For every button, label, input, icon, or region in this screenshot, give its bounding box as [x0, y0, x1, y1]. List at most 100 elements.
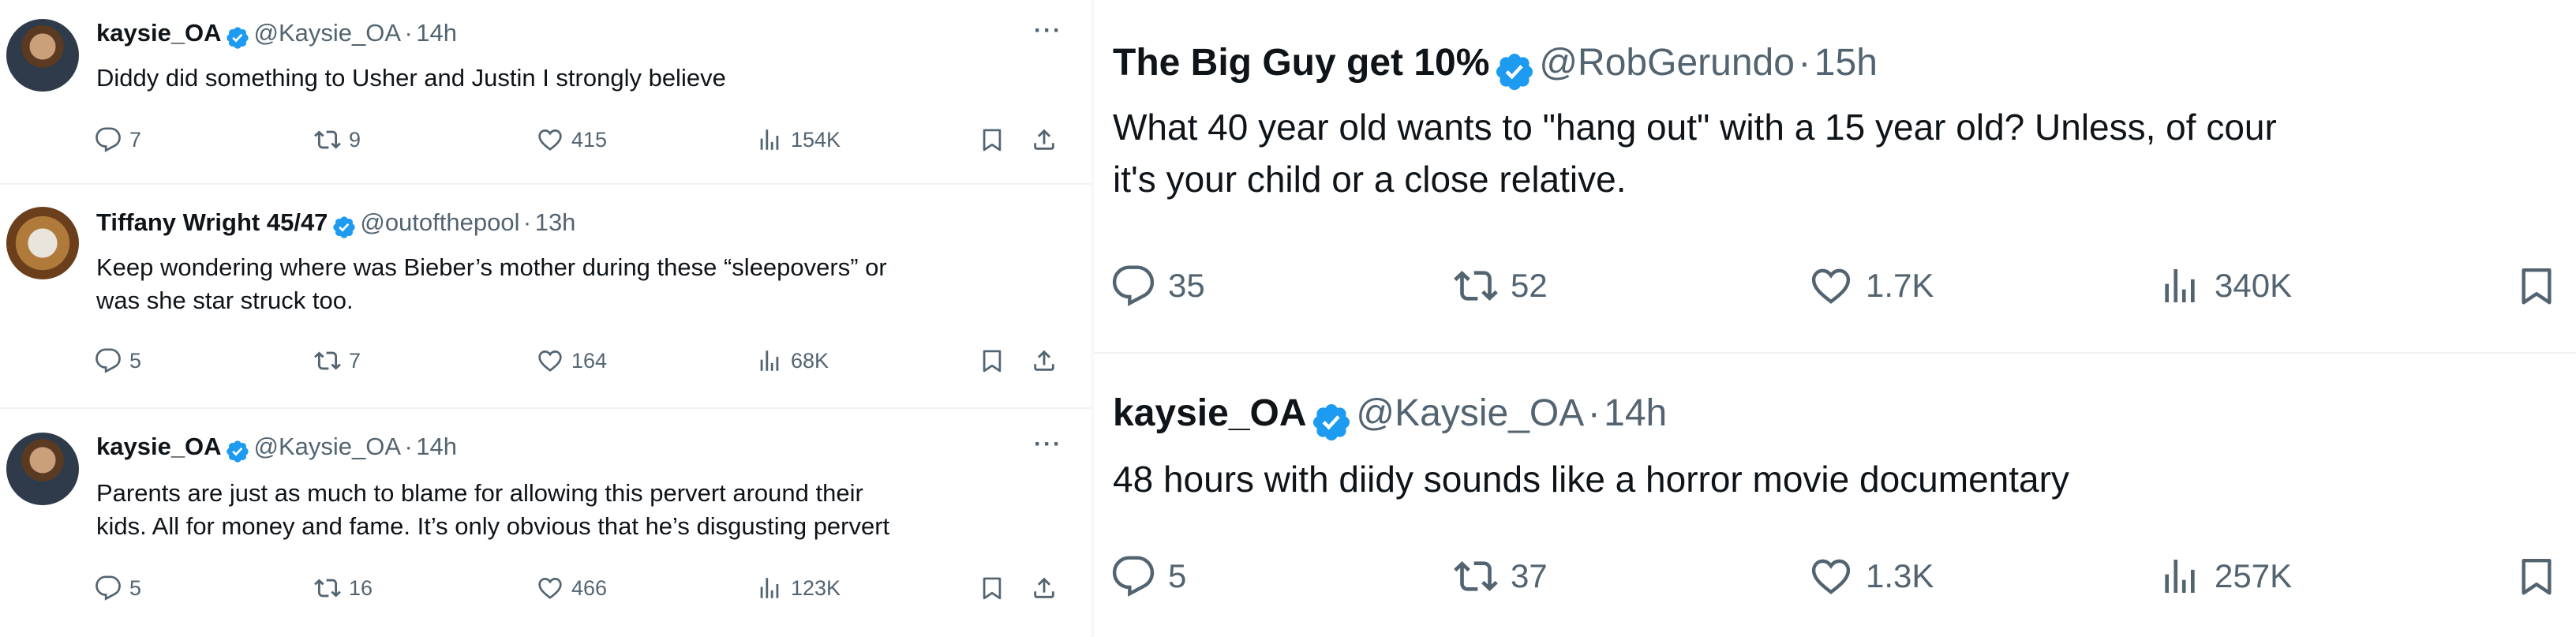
views-count: 340K [2215, 267, 2293, 304]
repost-button[interactable]: 9 [314, 126, 361, 153]
like-count: 1.7K [1866, 267, 1934, 304]
tweet-header: kaysie_OA @Kaysie_OA · 14h [1113, 392, 1667, 444]
views-button[interactable]: 257K [2158, 554, 2292, 598]
tweet-header: kaysie_OA @Kaysie_OA · 14h [96, 19, 457, 51]
views-icon [2158, 554, 2202, 598]
reply-button[interactable]: 5 [95, 575, 141, 601]
bookmark-button[interactable] [2514, 264, 2559, 308]
bookmark-icon [2514, 264, 2559, 308]
like-button[interactable]: 466 [537, 575, 607, 601]
reply-icon [95, 126, 122, 153]
more-options-icon[interactable]: ··· [1034, 431, 1062, 458]
tweet-time[interactable]: 15h [1814, 42, 1878, 84]
repost-count: 52 [1511, 267, 1548, 304]
reply-button[interactable]: 35 [1111, 264, 1205, 308]
views-icon [756, 575, 783, 601]
author-handle[interactable]: @Kaysie_OA [253, 433, 401, 460]
tweet-card[interactable]: kaysie_OA @Kaysie_OA · 14h ··· Parents a… [0, 409, 1091, 634]
tweet-text: What 40 year old wants to "hang out" wit… [1113, 101, 2549, 205]
author-name[interactable]: kaysie_OA [96, 19, 222, 47]
views-button[interactable]: 123K [756, 575, 841, 601]
like-count: 415 [571, 127, 608, 152]
views-icon [756, 347, 783, 374]
reply-count: 7 [129, 127, 142, 152]
meta-dot: · [404, 433, 413, 460]
verified-badge-icon [225, 439, 250, 464]
tweet-text-line: What 40 year old wants to "hang out" wit… [1113, 107, 2277, 148]
bookmark-button[interactable] [979, 347, 1005, 374]
share-button[interactable] [1031, 575, 1058, 601]
tweet-text-line: kids. All for money and fame. It’s only … [96, 512, 890, 540]
reply-icon [1111, 264, 1155, 308]
right-timeline-panel: The Big Guy get 10% @RobGerundo · 15h Wh… [1094, 0, 2576, 637]
repost-icon [1454, 554, 1498, 598]
tweet-time[interactable]: 14h [1604, 392, 1667, 434]
tweet-header: kaysie_OA @Kaysie_OA · 14h [96, 433, 457, 464]
share-button[interactable] [1031, 126, 1058, 153]
author-name[interactable]: Tiffany Wright 45/47 [96, 208, 328, 236]
bookmark-button[interactable] [979, 575, 1005, 601]
like-button[interactable]: 164 [537, 347, 607, 374]
tweet-text: Parents are just as much to blame for al… [96, 477, 1091, 543]
verified-badge-icon [331, 215, 357, 240]
like-button[interactable]: 1.7K [1809, 264, 1934, 308]
tweet-text-line: Parents are just as much to blame for al… [96, 479, 863, 507]
repost-button[interactable]: 37 [1454, 554, 1548, 598]
views-button[interactable]: 68K [756, 347, 829, 374]
avatar[interactable] [6, 19, 79, 92]
tweet-text: 48 hours with diidy sounds like a horror… [1113, 459, 2069, 500]
repost-icon [314, 347, 341, 374]
meta-dot: · [1587, 392, 1601, 434]
views-button[interactable]: 154K [756, 126, 841, 153]
author-handle[interactable]: @Kaysie_OA [253, 19, 401, 47]
author-name[interactable]: The Big Guy get 10% [1113, 42, 1489, 84]
verified-badge-icon [1310, 401, 1353, 444]
more-options-icon[interactable]: ··· [1034, 17, 1062, 44]
avatar[interactable] [6, 207, 79, 279]
like-icon [537, 347, 564, 374]
bookmark-button[interactable] [2514, 554, 2559, 598]
repost-button[interactable]: 52 [1454, 264, 1548, 308]
tweet-card[interactable]: Tiffany Wright 45/47 @outofthepool · 13h… [0, 185, 1091, 406]
reply-button[interactable]: 5 [1111, 554, 1186, 598]
share-icon [1031, 575, 1058, 601]
reply-button[interactable]: 5 [95, 347, 141, 374]
left-timeline-panel: kaysie_OA @Kaysie_OA · 14h ··· Diddy did… [0, 0, 1091, 637]
author-handle[interactable]: @outofthepool [360, 208, 519, 236]
meta-dot: · [1798, 42, 1811, 84]
share-icon [1031, 347, 1058, 374]
tweet-time[interactable]: 14h [416, 19, 457, 47]
bookmark-button[interactable] [979, 126, 1005, 153]
like-icon [1809, 264, 1853, 308]
tweet-time[interactable]: 13h [535, 208, 576, 236]
tweet-card[interactable]: kaysie_OA @Kaysie_OA · 14h ··· Diddy did… [0, 0, 1091, 180]
views-button[interactable]: 340K [2158, 264, 2292, 308]
repost-count: 37 [1511, 557, 1548, 594]
share-button[interactable] [1031, 347, 1058, 374]
tweet-card[interactable]: kaysie_OA @Kaysie_OA · 14h 48 hours with… [1094, 354, 2576, 637]
author-handle[interactable]: @RobGerundo [1539, 42, 1795, 84]
views-count: 257K [2215, 557, 2293, 594]
bookmark-icon [979, 126, 1005, 153]
author-name[interactable]: kaysie_OA [1113, 392, 1307, 434]
tweet-card[interactable]: The Big Guy get 10% @RobGerundo · 15h Wh… [1094, 0, 2576, 347]
bookmark-icon [979, 575, 1005, 601]
like-button[interactable]: 415 [537, 126, 607, 153]
author-name[interactable]: kaysie_OA [96, 433, 222, 460]
tweet-time[interactable]: 14h [416, 433, 457, 460]
tweet-header: The Big Guy get 10% @RobGerundo · 15h [1113, 41, 1878, 93]
views-icon [756, 126, 783, 153]
tweet-text: Diddy did something to Usher and Justin … [96, 64, 726, 92]
avatar[interactable] [6, 433, 79, 505]
like-count: 1.3K [1866, 557, 1934, 594]
repost-button[interactable]: 16 [314, 575, 373, 601]
like-icon [537, 575, 564, 601]
author-handle[interactable]: @Kaysie_OA [1356, 392, 1584, 434]
reply-button[interactable]: 7 [95, 126, 141, 153]
views-count: 154K [791, 127, 841, 152]
repost-count: 9 [349, 127, 361, 152]
like-button[interactable]: 1.3K [1809, 554, 1934, 598]
meta-dot: · [522, 208, 532, 236]
repost-button[interactable]: 7 [314, 347, 361, 374]
reply-count: 5 [129, 348, 142, 373]
